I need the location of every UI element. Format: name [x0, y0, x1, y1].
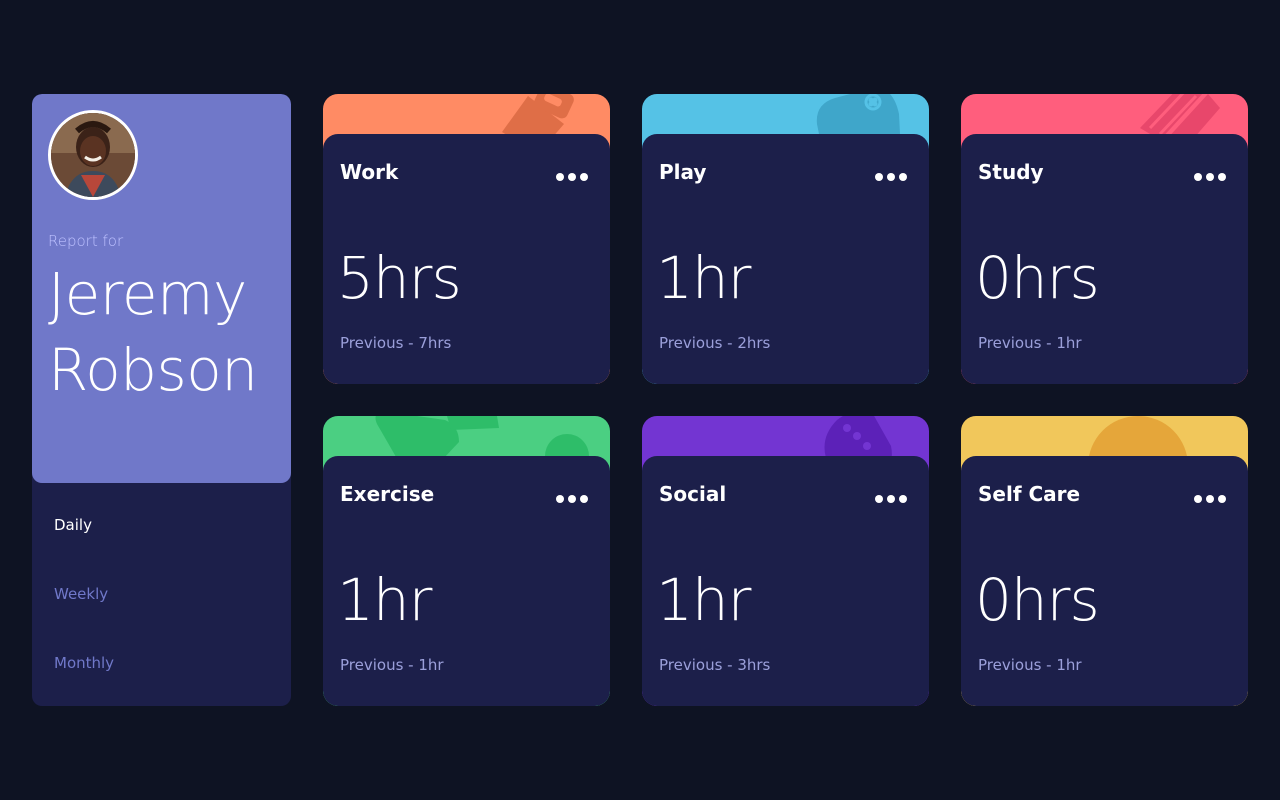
activity-current-hours: 1hr — [656, 566, 752, 634]
timeframe-selector: Daily Weekly Monthly — [54, 516, 114, 706]
activity-previous-hours: Previous - 1hr — [340, 656, 444, 674]
user-last-name: Robson — [48, 336, 258, 404]
activity-title: Play — [659, 160, 707, 184]
timeframe-daily[interactable]: Daily — [54, 516, 114, 585]
activity-card-exercise: Exercise 1hr Previous - 1hr — [323, 416, 610, 706]
user-photo-icon — [51, 113, 135, 197]
avatar — [48, 110, 138, 200]
activity-current-hours: 1hr — [337, 566, 433, 634]
activity-previous-hours: Previous - 2hrs — [659, 334, 771, 352]
user-first-name: Jeremy — [48, 260, 247, 328]
activity-card-social: Social 1hr Previous - 3hrs — [642, 416, 929, 706]
activity-current-hours: 1hr — [656, 244, 752, 312]
ellipsis-menu-icon[interactable] — [1194, 494, 1226, 504]
report-for-label: Report for — [48, 232, 124, 250]
activity-title: Self Care — [978, 482, 1081, 506]
activity-card-body[interactable]: Social 1hr Previous - 3hrs — [642, 456, 929, 706]
user-name: Jeremy Robson — [48, 256, 288, 408]
activity-title: Work — [340, 160, 399, 184]
timeframe-weekly[interactable]: Weekly — [54, 585, 114, 654]
ellipsis-menu-icon[interactable] — [556, 494, 588, 504]
activity-card-body[interactable]: Self Care 0hrs Previous - 1hr — [961, 456, 1248, 706]
activity-current-hours: 5hrs — [337, 244, 462, 312]
ellipsis-menu-icon[interactable] — [556, 172, 588, 182]
activity-previous-hours: Previous - 1hr — [978, 656, 1082, 674]
activity-current-hours: 0hrs — [975, 566, 1100, 634]
activity-current-hours: 0hrs — [975, 244, 1100, 312]
ellipsis-menu-icon[interactable] — [875, 172, 907, 182]
activity-card-body[interactable]: Play 1hr Previous - 2hrs — [642, 134, 929, 384]
activity-card-work: Work 5hrs Previous - 7hrs — [323, 94, 610, 384]
activity-card-body[interactable]: Study 0hrs Previous - 1hr — [961, 134, 1248, 384]
activity-card-body[interactable]: Work 5hrs Previous - 7hrs — [323, 134, 610, 384]
profile-card: Report for Jeremy Robson Daily Weekly Mo… — [32, 94, 291, 706]
activity-card-self-care: Self Care 0hrs Previous - 1hr — [961, 416, 1248, 706]
activity-previous-hours: Previous - 7hrs — [340, 334, 452, 352]
activity-previous-hours: Previous - 1hr — [978, 334, 1082, 352]
activity-card-body[interactable]: Exercise 1hr Previous - 1hr — [323, 456, 610, 706]
activity-title: Social — [659, 482, 727, 506]
activity-card-study: Study 0hrs Previous - 1hr — [961, 94, 1248, 384]
ellipsis-menu-icon[interactable] — [1194, 172, 1226, 182]
time-tracking-dashboard: Report for Jeremy Robson Daily Weekly Mo… — [32, 94, 1248, 706]
ellipsis-menu-icon[interactable] — [875, 494, 907, 504]
activity-title: Study — [978, 160, 1044, 184]
activity-title: Exercise — [340, 482, 435, 506]
profile-header: Report for Jeremy Robson — [32, 94, 291, 483]
timeframe-monthly[interactable]: Monthly — [54, 654, 114, 706]
activity-previous-hours: Previous - 3hrs — [659, 656, 771, 674]
activity-card-play: Play 1hr Previous - 2hrs — [642, 94, 929, 384]
